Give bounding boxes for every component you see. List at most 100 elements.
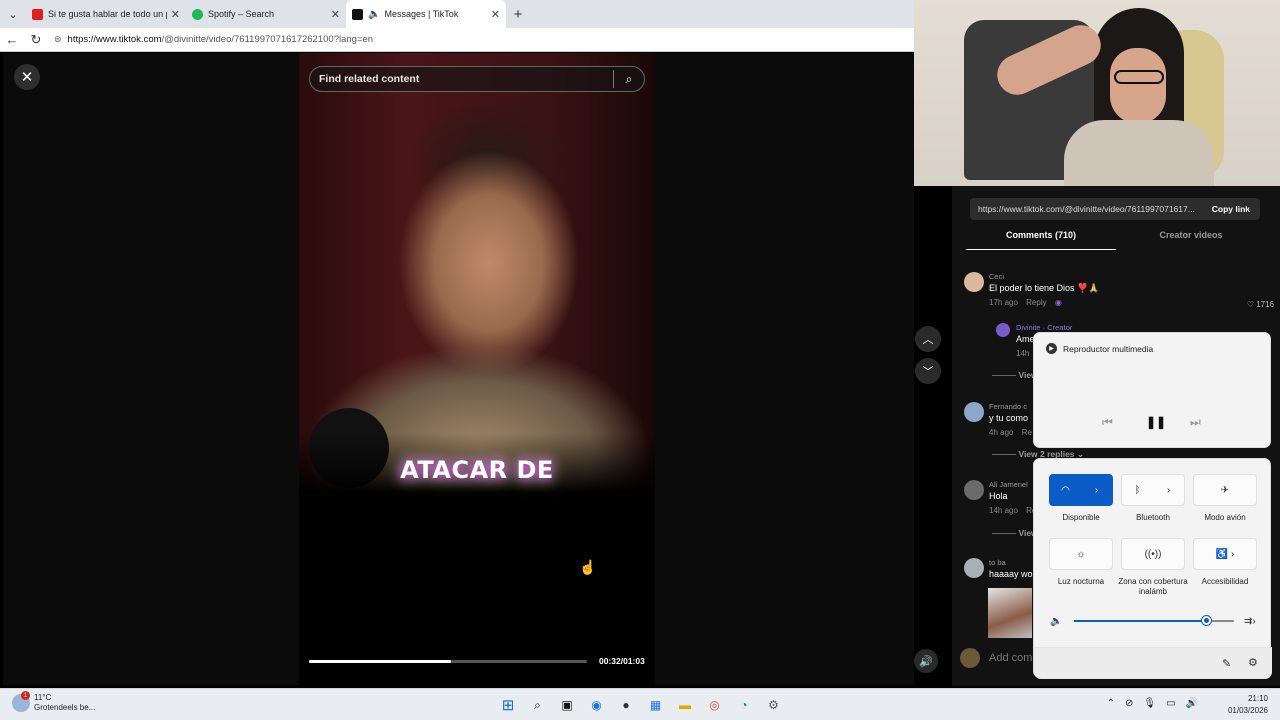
add-comment-field[interactable]: Add comm (960, 648, 1042, 668)
search-icon[interactable]: ⌕ (527, 694, 549, 716)
related-search-input[interactable]: Find related content ⌕ (309, 66, 645, 92)
tab-youtube[interactable]: Si te gusta hablar de todo un poco ✕ (26, 0, 186, 28)
search-icon[interactable]: ⌕ (614, 72, 644, 87)
chevron-right-icon[interactable]: › (1153, 485, 1184, 496)
edge-icon[interactable]: ◔ (733, 694, 755, 716)
volume-slider[interactable] (1074, 616, 1234, 625)
wifi-toggle[interactable]: ◠ › (1049, 474, 1113, 506)
comment-user[interactable]: Divinite · Creator (1016, 323, 1072, 332)
url-host: https://www.tiktok.com (67, 34, 162, 45)
comment-meta: 4h ago Re (989, 428, 1032, 437)
close-video-icon[interactable]: ✕ (14, 64, 40, 90)
previous-video-icon[interactable]: ︿ (915, 326, 941, 352)
weather-icon: 1 (12, 691, 30, 712)
network-icon[interactable]: ⊘ (1125, 698, 1133, 709)
windows-start-icon[interactable]: ⊞ (497, 694, 519, 716)
quick-settings: ◠ › Disponible ᛒ › Bluetooth ✈ Modo avión … (1033, 458, 1272, 679)
chevron-up-icon[interactable]: ⌃ (1107, 698, 1115, 709)
comment-user[interactable]: Fernando c (989, 402, 1027, 411)
tab-list-chevron-icon[interactable]: ⌄ (0, 0, 26, 28)
avatar[interactable] (964, 402, 984, 422)
avatar[interactable] (964, 272, 984, 292)
close-tab-icon[interactable]: ✕ (491, 8, 500, 21)
clock-time: 21:10 (1247, 694, 1268, 703)
comment-image[interactable] (988, 588, 1032, 638)
tab-creator-videos[interactable]: Creator videos (1116, 230, 1266, 250)
microphone-icon[interactable]: 🎙 (1143, 698, 1156, 709)
address-bar: ← ↻ ⊜ https://www.tiktok.com/@divinitte/… (0, 28, 914, 52)
back-icon[interactable]: ← (0, 32, 24, 47)
video-progress-fill (309, 660, 451, 663)
bluetooth-icon[interactable]: ᛒ (1122, 485, 1153, 496)
close-tab-icon[interactable]: ✕ (331, 8, 340, 21)
media-player-icon: ▶ (1046, 343, 1057, 354)
comment-text: Ame (1016, 334, 1035, 344)
comment-text: haaaay wo (989, 569, 1033, 579)
volume-icon[interactable]: 🔊 (914, 649, 938, 673)
like-button[interactable]: ♡ 1716 (1247, 300, 1274, 309)
video-progress-bar[interactable] (309, 660, 587, 663)
edit-icon[interactable]: ✎ (1222, 657, 1231, 670)
pause-icon[interactable]: ❚❚ (1146, 415, 1166, 429)
store-icon[interactable]: ▦ (645, 694, 667, 716)
app-icon[interactable]: ◉ (586, 694, 608, 716)
view-replies-button[interactable]: ──── View (992, 528, 1038, 538)
gear-icon[interactable]: ⚙ (1248, 656, 1258, 669)
taskbar: 1 11°C Grotendeels be... ⊞ ⌕ ▣ ◉ ● ▦ ▬ ◎… (0, 688, 1280, 720)
settings-icon[interactable]: ⚙ (763, 694, 785, 716)
reply-button[interactable]: Reply (1026, 298, 1046, 307)
new-tab-button[interactable]: + (506, 0, 530, 28)
avatar (960, 648, 980, 668)
reload-icon[interactable]: ↻ (24, 32, 48, 48)
speaker-icon[interactable]: 🔈 (368, 9, 380, 20)
avatar[interactable] (996, 323, 1010, 337)
volume-icon[interactable]: 🔊 (1186, 698, 1198, 709)
video-caption: ATACAR DE (400, 456, 554, 484)
weather-widget[interactable]: 1 11°C Grotendeels be... (12, 691, 96, 713)
previous-track-icon[interactable]: ⏮ (1102, 415, 1113, 430)
view-replies-button[interactable]: ──── View (992, 370, 1038, 380)
hotspot-toggle[interactable]: ((•)) (1121, 538, 1185, 570)
wifi-icon[interactable]: ◠ (1050, 485, 1081, 496)
comment-user[interactable]: to ba (989, 558, 1006, 567)
comment-user[interactable]: Ceci (989, 272, 1004, 281)
night-light-toggle[interactable]: ☼ (1049, 538, 1113, 570)
tab-comments[interactable]: Comments (710) (966, 230, 1116, 250)
close-tab-icon[interactable]: ✕ (171, 8, 180, 21)
next-track-icon[interactable]: ⏭ (1190, 415, 1201, 430)
video-player[interactable]: ATACAR DE (299, 53, 655, 685)
tab-tiktok[interactable]: 🔈 Messages | TikTok ✕ (346, 0, 506, 28)
tiktok-icon (352, 8, 363, 20)
next-video-icon[interactable]: ﹀ (915, 358, 941, 384)
reply-button[interactable]: Re (1022, 428, 1032, 437)
tab-spotify[interactable]: Spotify – Search ✕ (186, 0, 346, 28)
chevron-right-icon[interactable]: › (1081, 485, 1112, 496)
like-count: 1716 (1256, 300, 1274, 309)
app-icon[interactable]: ● (615, 694, 637, 716)
avatar[interactable] (964, 558, 984, 578)
video-viewer: ✕ ATACAR DE Find related content ⌕ 00:32… (3, 53, 941, 720)
audio-output-icon[interactable]: ⇉› (1244, 616, 1256, 627)
bluetooth-toggle[interactable]: ᛒ › (1121, 474, 1185, 506)
display-icon[interactable]: ▭ (1166, 698, 1175, 709)
spotify-icon (192, 8, 203, 20)
url-field[interactable]: ⊜ https://www.tiktok.com/@divinitte/vide… (54, 31, 914, 49)
volume-slider-thumb[interactable] (1201, 616, 1211, 625)
airplane-toggle[interactable]: ✈ (1193, 474, 1257, 506)
weather-temp: 11°C (34, 693, 52, 702)
speaker-icon[interactable]: 🔈 (1050, 616, 1062, 627)
task-view-icon[interactable]: ▣ (556, 694, 578, 716)
site-info-icon[interactable]: ⊜ (54, 34, 62, 45)
clock-date: 01/03/2026 (1227, 706, 1268, 715)
chrome-icon[interactable]: ◎ (704, 694, 726, 716)
share-link[interactable]: https://www.tiktok.com/@divinitte/video/… (978, 204, 1202, 214)
tile-label: Disponible (1062, 513, 1100, 522)
avatar[interactable] (964, 480, 984, 500)
comment-user[interactable]: Ali Jamenel (989, 480, 1028, 489)
weather-desc: Grotendeels be... (34, 703, 96, 712)
airplane-icon: ✈ (1220, 484, 1230, 496)
clock[interactable]: 21:10 01/03/2026 (1228, 693, 1268, 717)
accessibility-toggle[interactable]: ♿ › (1193, 538, 1257, 570)
copy-link-button[interactable]: Copy link (1201, 204, 1260, 214)
file-explorer-icon[interactable]: ▬ (674, 694, 696, 716)
